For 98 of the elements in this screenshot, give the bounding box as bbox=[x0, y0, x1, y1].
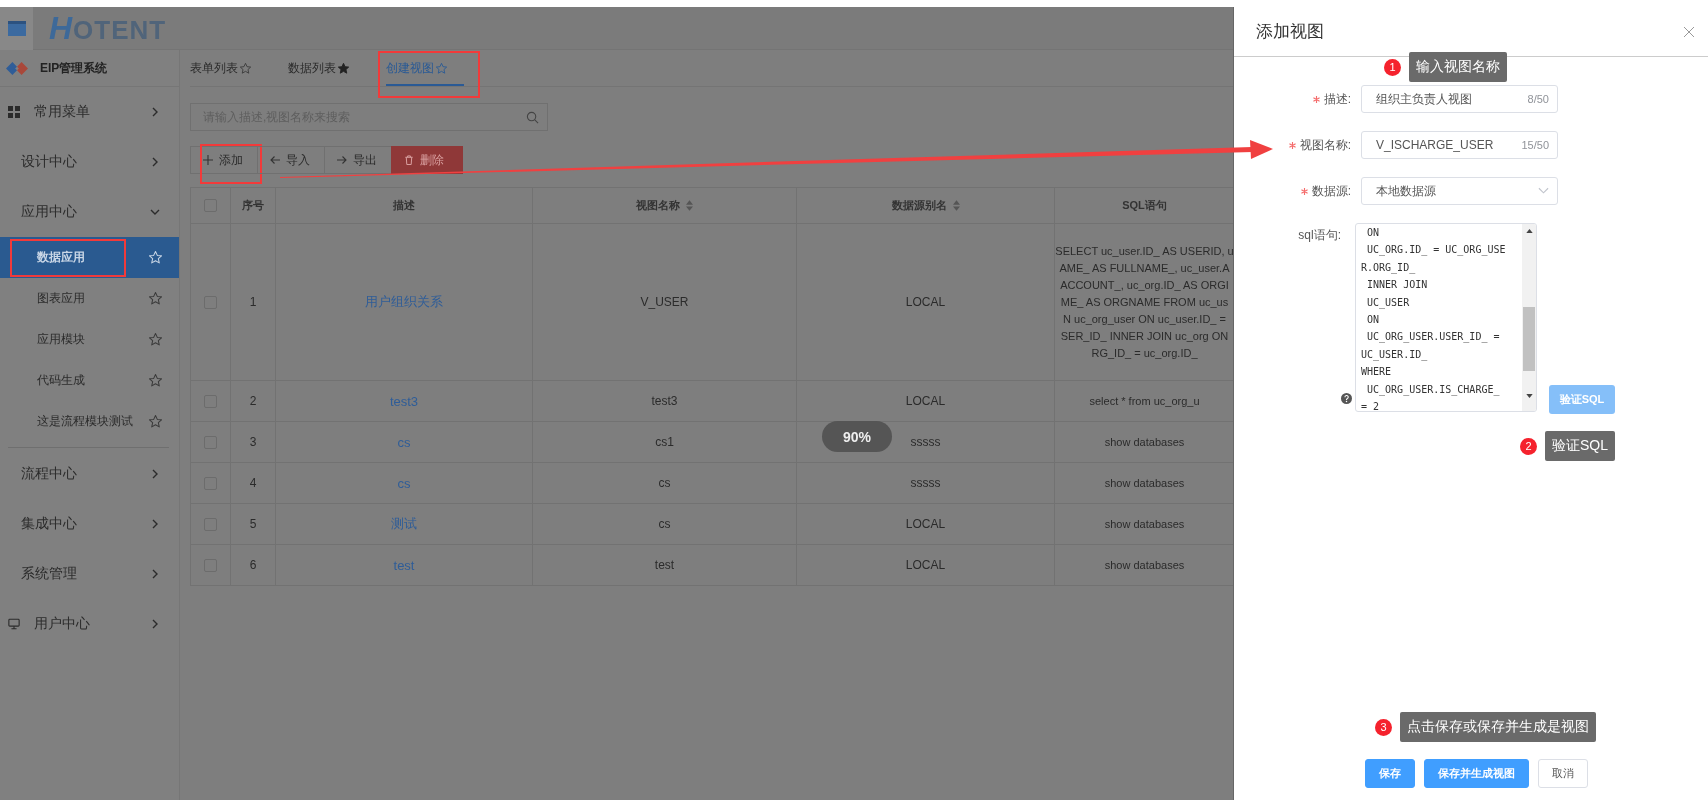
menu-group[interactable]: 用户中心 bbox=[0, 599, 179, 649]
field-label: 描述: bbox=[1323, 90, 1351, 108]
star-icon[interactable] bbox=[148, 414, 163, 429]
verify-sql-button[interactable]: 验证SQL bbox=[1549, 385, 1615, 414]
step-number-badge: 1 bbox=[1384, 58, 1401, 76]
drawer-title: 添加视图 bbox=[1256, 21, 1324, 43]
add-button[interactable]: 添加 bbox=[190, 146, 258, 174]
delete-button[interactable]: 删除 bbox=[391, 146, 463, 174]
column-header: 描述 bbox=[276, 188, 533, 223]
callout-tooltip: 输入视图名称 bbox=[1409, 52, 1507, 82]
chevron-down-icon bbox=[1538, 187, 1549, 195]
save-button[interactable]: 保存并生成视图 bbox=[1424, 759, 1529, 788]
character-counter: 8/50 bbox=[1527, 93, 1549, 105]
menu-group[interactable]: 集成中心 bbox=[0, 499, 179, 549]
menu-group[interactable]: 系统管理 bbox=[0, 549, 179, 599]
menu-item[interactable]: 代码生成 bbox=[0, 360, 179, 401]
sql-text: ACCOUNT_, uc_org.ID_ AS ORGI bbox=[1060, 279, 1229, 291]
tab[interactable]: 数据列表 bbox=[288, 50, 366, 86]
table-cell: 4 bbox=[231, 463, 276, 503]
column-header: SQL语句 bbox=[1121, 198, 1168, 213]
table-cell: V_USER bbox=[533, 224, 797, 380]
menu-group[interactable]: 应用中心 bbox=[0, 187, 179, 237]
plus-icon bbox=[203, 155, 213, 165]
star-icon[interactable] bbox=[239, 61, 252, 75]
sql-text: AME_ AS FULLNAME_, uc_user.A bbox=[1059, 262, 1230, 274]
menu-group[interactable]: 流程中心 bbox=[0, 449, 179, 499]
table-cell: 1 bbox=[231, 224, 276, 380]
import-button[interactable]: 导入 bbox=[257, 146, 325, 174]
table-cell: 5 bbox=[231, 504, 276, 544]
table-cell: 2 bbox=[231, 381, 276, 421]
menu-item[interactable]: 数据应用 bbox=[0, 237, 179, 278]
callout-tooltip: 点击保存或保存并生成是视图 bbox=[1400, 712, 1596, 742]
sql-text: show databases bbox=[1104, 559, 1185, 571]
menu-item[interactable]: 图表应用 bbox=[0, 278, 179, 319]
system-name: EIP管理系统 bbox=[40, 59, 108, 77]
table-cell: test3 bbox=[533, 381, 797, 421]
star-icon[interactable] bbox=[435, 61, 448, 75]
zoom-indicator: 90% bbox=[822, 421, 892, 452]
sql-text: show databases bbox=[1104, 436, 1185, 448]
diamond-logo-icon bbox=[6, 61, 28, 75]
star-icon[interactable] bbox=[337, 61, 350, 75]
character-counter: 15/50 bbox=[1521, 139, 1549, 151]
column-header[interactable]: 数据源别名 bbox=[797, 188, 1055, 223]
table-cell: cs bbox=[533, 463, 797, 503]
logo: HOTENT bbox=[49, 9, 167, 47]
sql-text: SER_ID_ INNER JOIN uc_org ON bbox=[1060, 330, 1229, 342]
field-label: 数据源: bbox=[1311, 182, 1351, 200]
sort-icon bbox=[952, 200, 960, 211]
text-field[interactable]: V_ISCHARGE_USER 15/50 bbox=[1361, 131, 1558, 159]
column-header[interactable]: 视图名称 bbox=[533, 188, 797, 223]
menu-item[interactable]: 应用模块 bbox=[0, 319, 179, 360]
table-cell: cs1 bbox=[533, 422, 797, 462]
close-icon[interactable] bbox=[1684, 26, 1694, 37]
sql-text-area[interactable]: ON UC_ORG.ID_ = UC_ORG_USE R.ORG_ID_ INNER JOIN UC_USER ON UC_ORG_USER.USER_ID_ = UC_USER.ID_ WHERE UC_ORG_USER.IS_CHARGE_ = 2 bbox=[1355, 223, 1537, 412]
arrow-left-icon bbox=[270, 155, 280, 165]
sql-text: show databases bbox=[1104, 477, 1185, 489]
table-cell: 6 bbox=[231, 545, 276, 585]
sql-text: show databases bbox=[1104, 518, 1185, 530]
star-icon[interactable] bbox=[148, 332, 163, 347]
help-icon[interactable] bbox=[1341, 393, 1352, 404]
star-icon[interactable] bbox=[148, 291, 163, 306]
menu-icon[interactable] bbox=[0, 6, 33, 50]
menu-group[interactable]: 常用菜单 bbox=[0, 87, 179, 137]
grid-icon bbox=[8, 106, 20, 118]
callout-tooltip: 验证SQL bbox=[1545, 431, 1615, 461]
scrollbar[interactable] bbox=[1522, 224, 1536, 411]
sql-text: select * from uc_org_u bbox=[1089, 395, 1200, 407]
table-cell: test bbox=[533, 545, 797, 585]
field-label: 视图名称: bbox=[1299, 136, 1351, 154]
scroll-down-icon[interactable] bbox=[1525, 394, 1533, 398]
tab[interactable]: 表单列表 bbox=[190, 50, 268, 86]
menu-group[interactable]: 设计中心 bbox=[0, 137, 179, 187]
scroll-up-icon[interactable] bbox=[1525, 229, 1533, 233]
table-cell: LOCAL bbox=[797, 224, 1055, 380]
sql-text: ME_ AS ORGNAME FROM uc_us bbox=[1060, 296, 1229, 308]
search-icon bbox=[526, 111, 539, 124]
table-cell: cs bbox=[533, 504, 797, 544]
trash-icon bbox=[404, 155, 414, 165]
table-cell: LOCAL bbox=[797, 504, 1055, 544]
text-field[interactable]: 组织主负责人视图 8/50 bbox=[1361, 85, 1558, 113]
arrow-right-icon bbox=[337, 155, 347, 165]
table-cell: 3 bbox=[231, 422, 276, 462]
cancel-button[interactable]: 取消 bbox=[1538, 759, 1588, 788]
column-header: 序号 bbox=[231, 188, 276, 223]
select-field[interactable]: 本地数据源 bbox=[1361, 177, 1558, 205]
table-cell: sssss bbox=[797, 463, 1055, 503]
sql-text: N uc_org_user ON uc_user.ID_ = bbox=[1063, 313, 1226, 325]
menu-item[interactable]: 这是流程模块测试 bbox=[0, 401, 179, 442]
sort-icon bbox=[686, 200, 693, 211]
monitor-icon bbox=[8, 618, 20, 630]
save-button[interactable]: 保存 bbox=[1365, 759, 1415, 788]
sql-text: RG_ID_ = uc_org.ID_ bbox=[1091, 347, 1198, 359]
table-cell: LOCAL bbox=[797, 545, 1055, 585]
sql-text: SELECT uc_user.ID_ AS USERID, u bbox=[1055, 245, 1233, 257]
step-number-badge: 2 bbox=[1520, 437, 1537, 455]
star-icon[interactable] bbox=[148, 373, 163, 388]
step-number-badge: 3 bbox=[1375, 718, 1392, 736]
field-label: sql语句: bbox=[1298, 227, 1341, 244]
